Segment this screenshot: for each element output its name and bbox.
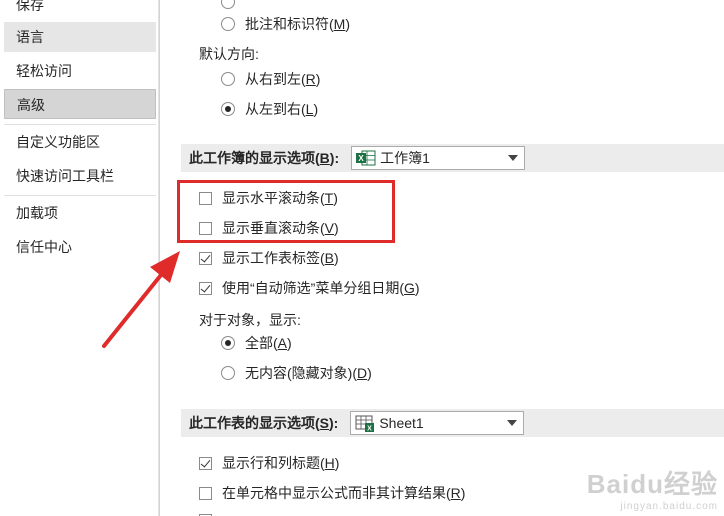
option-label-suffix: ) <box>334 455 340 471</box>
sidebar-item-add-ins[interactable]: 加载项 <box>4 198 156 228</box>
sidebar-item-advanced[interactable]: 高级 <box>4 89 156 119</box>
objects-all-option[interactable]: 全部(A) <box>221 331 292 355</box>
option-label-suffix: ) <box>345 16 351 32</box>
access-key: S <box>319 415 330 431</box>
sidebar-item-quick-access-toolbar[interactable]: 快速访问工具栏 <box>4 161 156 191</box>
access-key: H <box>324 455 335 471</box>
chevron-down-icon <box>507 420 518 426</box>
sheet-tabs-checkbox[interactable] <box>199 251 212 265</box>
options-sidebar: 保存 语言 轻松访问 高级 自定义功能区 快速访问工具栏 加载项 信任中心 <box>0 0 160 516</box>
option-label-suffix: ) <box>287 335 292 351</box>
direction-ltr-option[interactable]: 从左到右(L) <box>221 97 318 121</box>
sidebar-item-accessibility[interactable]: 轻松访问 <box>4 56 156 86</box>
option-label: 使用“自动筛选”菜单分组日期( <box>222 280 404 296</box>
option-label-suffix: ) <box>367 365 372 381</box>
sidebar-item-language[interactable]: 语言 <box>4 22 156 52</box>
baidu-jingyan-watermark: Baidu经验 jingyan.baidu.com <box>587 464 718 512</box>
option-label: 全部( <box>245 335 278 351</box>
objects-all-radio[interactable] <box>221 336 235 350</box>
option-label: 批注和标识符( <box>245 16 334 32</box>
show-headers-option[interactable]: 显示行和列标题(H) <box>199 451 339 475</box>
rtl-radio[interactable] <box>221 72 235 86</box>
chevron-down-icon <box>508 155 519 161</box>
access-key: M <box>333 16 346 32</box>
section-title-suffix: ): <box>329 415 339 431</box>
watermark-url: jingyan.baidu.com <box>620 501 718 512</box>
cut-off-option <box>199 508 222 516</box>
sidebar-item-label: 保存 <box>16 0 44 13</box>
sidebar-item-label: 信任中心 <box>16 239 72 255</box>
sidebar-item-customize-ribbon[interactable]: 自定义功能区 <box>4 127 156 157</box>
access-key: B <box>324 250 335 266</box>
section-title-suffix: ): <box>329 150 340 166</box>
sidebar-item-label: 自定义功能区 <box>16 134 100 150</box>
svg-text:X: X <box>358 154 364 163</box>
headers-checkbox[interactable] <box>199 456 212 470</box>
formulas-checkbox[interactable] <box>199 486 212 500</box>
show-sheet-tabs-option[interactable]: 显示工作表标签(B) <box>199 246 339 270</box>
section-title: 此工作簿的显示选项( <box>189 150 320 166</box>
option-label: 从左到右( <box>245 101 306 117</box>
highlight-annotation-box <box>177 180 395 243</box>
sidebar-item-label: 轻松访问 <box>16 63 72 79</box>
section-title: 此工作表的显示选项( <box>189 415 320 431</box>
option-label: 在单元格中显示公式而非其计算结果( <box>222 485 451 501</box>
direction-rtl-option[interactable]: 从右到左(R) <box>221 67 320 91</box>
option-label-suffix: ) <box>315 71 321 87</box>
sidebar-item-save[interactable]: 保存 <box>4 0 156 20</box>
show-formulas-option[interactable]: 在单元格中显示公式而非其计算结果(R) <box>199 481 465 505</box>
option-label: 显示工作表标签( <box>222 250 325 266</box>
excel-workbook-icon: X <box>356 149 376 167</box>
sidebar-item-trust-center[interactable]: 信任中心 <box>4 232 156 262</box>
access-key: R <box>305 71 316 87</box>
option-label: 显示行和列标题( <box>222 455 325 471</box>
worksheet-select[interactable]: X Sheet1 <box>350 411 525 435</box>
ltr-radio[interactable] <box>221 102 235 116</box>
option-label-suffix: ) <box>313 101 319 117</box>
sidebar-separator <box>4 124 156 125</box>
access-key: R <box>450 485 461 501</box>
comments-radio[interactable] <box>221 17 235 31</box>
default-direction-label: 默认方向: <box>199 46 259 62</box>
access-key: A <box>277 335 288 351</box>
option-label-suffix: ) <box>334 250 339 266</box>
worksheet-select-value: Sheet1 <box>379 415 424 431</box>
option-label-suffix: ) <box>414 280 420 296</box>
option-label: 无内容(隐藏对象)( <box>245 365 357 381</box>
sidebar-item-label: 快速访问工具栏 <box>16 168 114 184</box>
sidebar-divider <box>158 0 159 516</box>
worksheet-icon: X <box>355 414 375 432</box>
group-dates-checkbox[interactable] <box>199 281 212 295</box>
objects-none-option[interactable]: 无内容(隐藏对象)(D) <box>221 361 372 385</box>
sidebar-item-label: 高级 <box>17 97 45 113</box>
sidebar-item-label: 加载项 <box>16 205 58 221</box>
workbook-select[interactable]: X 工作簿1 <box>351 146 526 170</box>
watermark-brand: Baidu经验 <box>586 469 718 499</box>
comments-indicators-option[interactable]: 批注和标识符(M) <box>221 12 350 36</box>
worksheet-display-section: 此工作表的显示选项(S): X Sheet1 <box>181 409 724 437</box>
group-dates-option[interactable]: 使用“自动筛选”菜单分组日期(G) <box>199 276 420 300</box>
objects-display-label: 对于对象，显示: <box>199 312 301 328</box>
access-key: D <box>357 365 368 381</box>
access-key: B <box>319 150 330 166</box>
access-key: G <box>404 280 415 296</box>
objects-none-radio[interactable] <box>221 366 235 380</box>
option-label-suffix: ) <box>460 485 466 501</box>
sidebar-separator <box>4 195 156 196</box>
workbook-select-value: 工作簿1 <box>380 150 430 166</box>
option-label: 从右到左( <box>245 71 306 87</box>
radio-button[interactable] <box>221 0 235 9</box>
sidebar-item-label: 语言 <box>16 29 44 45</box>
workbook-display-section: 此工作簿的显示选项(B): X 工作簿1 <box>181 144 724 172</box>
svg-text:X: X <box>368 425 373 432</box>
